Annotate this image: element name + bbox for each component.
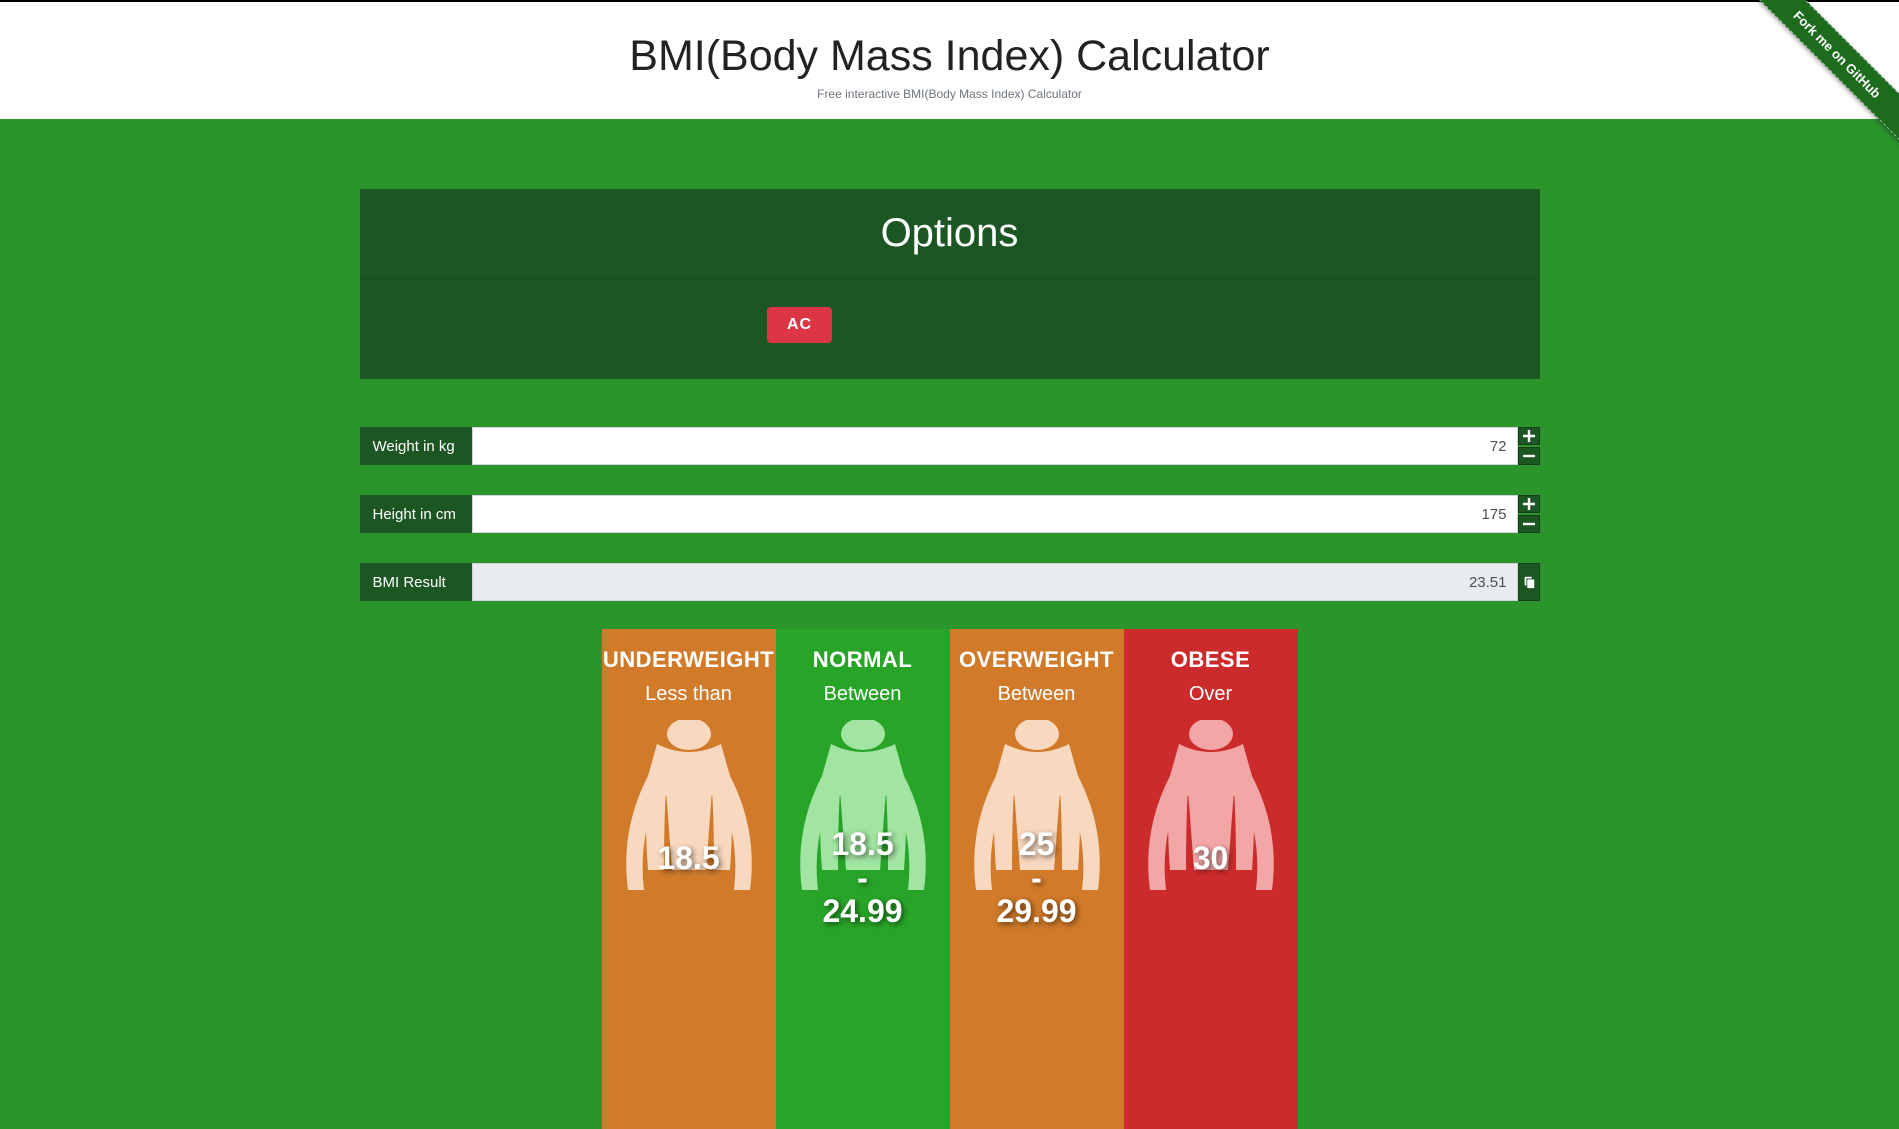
options-title: Options (360, 189, 1540, 279)
options-body: AC (360, 279, 1540, 379)
plus-icon (1523, 498, 1535, 510)
category-relation: Between (950, 683, 1124, 706)
category-card: NORMAL Between 18.5 - 24.99 (776, 629, 950, 1129)
body-figure-icon: 30 (1124, 720, 1298, 900)
height-stepper (1518, 495, 1540, 533)
minus-icon (1523, 518, 1535, 530)
height-decrement-button[interactable] (1518, 515, 1540, 533)
page-title: BMI(Body Mass Index) Calculator (0, 32, 1899, 81)
weight-decrement-button[interactable] (1518, 447, 1540, 465)
category-range: 30 (1124, 842, 1298, 876)
body-figure-icon: 18.5 - 24.99 (776, 720, 950, 900)
category-relation: Over (1124, 683, 1298, 706)
weight-input[interactable] (472, 427, 1518, 465)
copy-icon (1522, 575, 1536, 589)
weight-stepper (1518, 427, 1540, 465)
category-title: UNDERWEIGHT (602, 647, 776, 673)
body-figure-icon: 25 - 29.99 (950, 720, 1124, 900)
weight-increment-button[interactable] (1518, 427, 1540, 445)
category-relation: Between (776, 683, 950, 706)
height-increment-button[interactable] (1518, 495, 1540, 513)
category-title: OVERWEIGHT (950, 647, 1124, 673)
page-subtitle: Free interactive BMI(Body Mass Index) Ca… (0, 87, 1899, 101)
result-output (472, 563, 1518, 601)
category-card: UNDERWEIGHT Less than 18.5 (602, 629, 776, 1129)
options-panel: Options AC (360, 189, 1540, 379)
minus-icon (1523, 450, 1535, 462)
height-input[interactable] (472, 495, 1518, 533)
page-header: BMI(Body Mass Index) Calculator Free int… (0, 2, 1899, 119)
category-range: 18.5 - 24.99 (776, 828, 950, 929)
height-field: Height in cm (360, 495, 1540, 533)
height-label: Height in cm (360, 495, 472, 533)
category-card: OBESE Over 30 (1124, 629, 1298, 1129)
category-range: 18.5 (602, 842, 776, 876)
body-figure-icon: 18.5 (602, 720, 776, 900)
weight-label: Weight in kg (360, 427, 472, 465)
copy-result-button[interactable] (1518, 563, 1540, 601)
category-range: 25 - 29.99 (950, 828, 1124, 929)
all-clear-button[interactable]: AC (767, 307, 832, 343)
category-title: OBESE (1124, 647, 1298, 673)
category-relation: Less than (602, 683, 776, 706)
category-card: OVERWEIGHT Between 25 - 29.99 (950, 629, 1124, 1129)
weight-field: Weight in kg (360, 427, 1540, 465)
result-label: BMI Result (360, 563, 472, 601)
plus-icon (1523, 430, 1535, 442)
category-title: NORMAL (776, 647, 950, 673)
bmi-category-chart: UNDERWEIGHT Less than 18.5 NORMAL Betwee… (360, 629, 1540, 1129)
github-ribbon-link[interactable]: Fork me on GitHub (1740, 0, 1899, 151)
github-ribbon: Fork me on GitHub (1729, 0, 1899, 170)
result-field: BMI Result (360, 563, 1540, 601)
main-container: Options AC Weight in kg Height in cm BMI… (360, 119, 1540, 1129)
